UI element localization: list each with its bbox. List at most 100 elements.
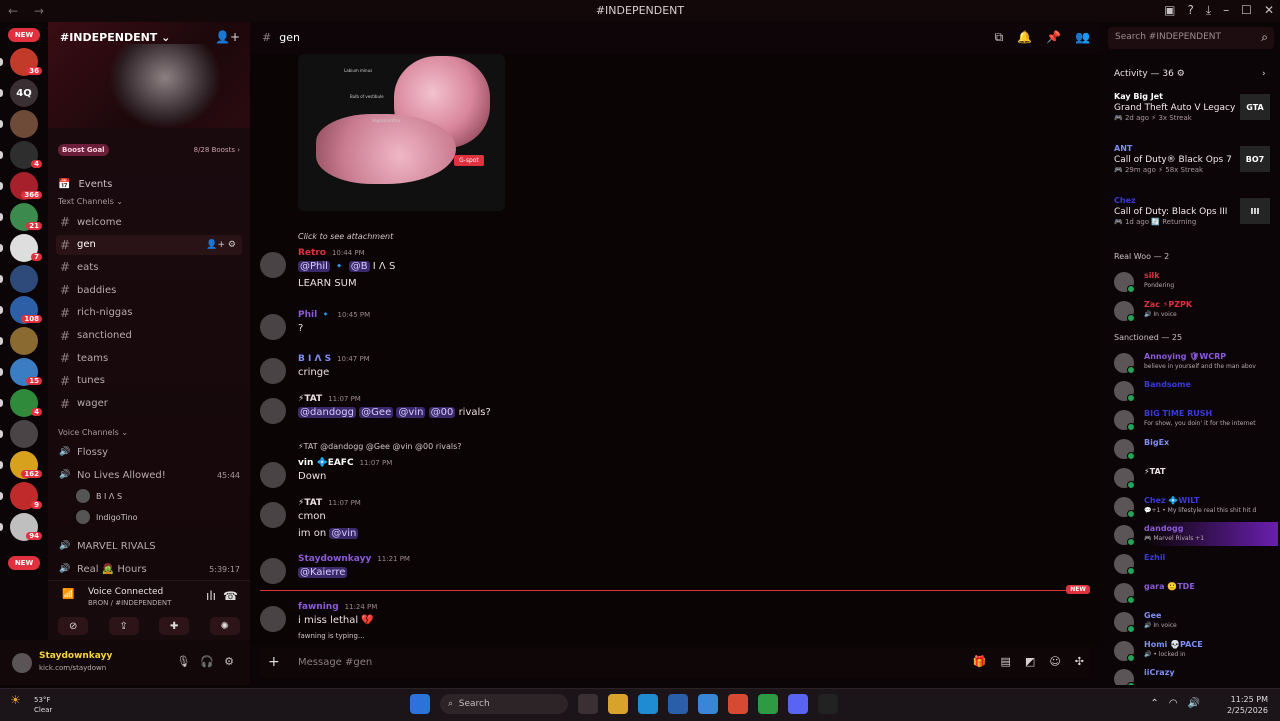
- clock[interactable]: 11:25 PM 2/25/2026: [1227, 694, 1268, 716]
- attach-plus-icon[interactable]: +: [268, 654, 280, 670]
- members-icon[interactable]: 👥: [1075, 30, 1090, 45]
- taskbar-search[interactable]: ⌕ Search: [440, 694, 568, 714]
- attachment-image[interactable]: Labium minus Bulb of vestibule Vaginal o…: [298, 54, 505, 211]
- member-item[interactable]: gara 🙂TDE: [1114, 580, 1278, 604]
- author-name[interactable]: B I Λ S 10:47 PM: [298, 354, 370, 364]
- disconnect-icon[interactable]: ☎: [223, 589, 238, 603]
- member-item[interactable]: BigEx: [1114, 436, 1278, 460]
- reply-preview[interactable]: Click to see attachment: [298, 232, 393, 241]
- noise-suppression-icon[interactable]: ılı: [206, 589, 216, 603]
- member-item[interactable]: Ezhil: [1114, 551, 1278, 576]
- file-explorer-icon[interactable]: [578, 694, 598, 714]
- member-item[interactable]: Zac ⚡PZPK 🔊 In voice: [1114, 298, 1278, 322]
- inbox-icon[interactable]: ▣: [1164, 3, 1175, 18]
- author-name[interactable]: Retro 10:44 PM: [298, 248, 365, 258]
- download-icon[interactable]: ⤓: [1206, 3, 1211, 18]
- threads-icon[interactable]: ⧉: [995, 30, 1004, 45]
- mention[interactable]: @Phil: [298, 261, 330, 272]
- member-item[interactable]: silk Pondering: [1114, 269, 1278, 293]
- microphone-icon[interactable]: 🎙: [176, 655, 190, 668]
- server-icon[interactable]: [10, 420, 38, 448]
- member-item[interactable]: Homi 💀PACE 🔊 • locked in: [1114, 638, 1278, 662]
- author-name[interactable]: vin 💠EAFC 11:07 PM: [298, 458, 392, 468]
- mention[interactable]: @dandogg: [298, 407, 356, 418]
- member-item[interactable]: Annoying 🛡WCRP believe in yourself and th…: [1114, 350, 1278, 374]
- close-button[interactable]: ✕: [1264, 3, 1274, 18]
- channel-baddies[interactable]: # baddies: [56, 280, 242, 300]
- voice-channel[interactable]: 🔊 Real 🧟 Hours 5:39:17: [56, 559, 242, 579]
- voice-channel[interactable]: 🔊 Flossy: [56, 442, 242, 462]
- mention[interactable]: @Kaierre: [298, 567, 348, 578]
- emoji-icon[interactable]: ☺: [1049, 655, 1060, 668]
- author-name[interactable]: Phil 🔹 10:45 PM: [298, 310, 370, 320]
- voice-user[interactable]: B I Λ S: [76, 489, 122, 503]
- voice-channel[interactable]: 🔊 MARVEL RIVALS: [56, 536, 242, 556]
- weather-widget[interactable]: ☀ 53°F Clear: [10, 694, 52, 714]
- soundboard-button[interactable]: ✺: [209, 617, 240, 635]
- avatar[interactable]: [260, 606, 286, 632]
- screen-share-button[interactable]: ⇪: [108, 617, 139, 635]
- activity-item[interactable]: Chez Call of Duty: Black Ops III 🎮 1d ago …: [1114, 196, 1274, 226]
- new-unread-pill-bottom[interactable]: NEW: [8, 556, 40, 570]
- maximize-button[interactable]: ☐: [1241, 3, 1252, 18]
- server-banner[interactable]: #INDEPENDENT ⌄ 👤+: [48, 22, 250, 128]
- new-unread-pill[interactable]: NEW: [8, 28, 40, 42]
- member-item[interactable]: dandogg 🎮 Marvel Rivals +1: [1114, 522, 1278, 547]
- message-input[interactable]: Message #gen: [298, 657, 372, 668]
- pin-icon[interactable]: 📌: [1046, 30, 1061, 45]
- activity-header[interactable]: Activity — 36 ⚙ ›: [1114, 69, 1266, 79]
- bell-icon[interactable]: 🔔: [1017, 30, 1032, 45]
- windows-start-icon[interactable]: [410, 694, 430, 714]
- user-name[interactable]: Staydownkayy: [39, 651, 112, 661]
- author-name[interactable]: ⚡TAT 11:07 PM: [298, 498, 361, 508]
- mention[interactable]: @Gee: [359, 407, 394, 418]
- headphones-icon[interactable]: 🎧: [200, 655, 214, 668]
- discord-icon[interactable]: [788, 694, 808, 714]
- sticker-icon[interactable]: ◩: [1025, 655, 1035, 668]
- gear-icon[interactable]: ⚙: [224, 655, 234, 668]
- system-tray[interactable]: ⌃ ◠ 🔊: [1150, 698, 1200, 709]
- avatar[interactable]: [260, 462, 286, 488]
- server-icon[interactable]: 4Q: [10, 79, 38, 107]
- github-icon[interactable]: [818, 694, 838, 714]
- reply-preview[interactable]: ⚡TAT @dandogg @Gee @vin @00 rivals?: [298, 442, 462, 451]
- server-icon[interactable]: [10, 327, 38, 355]
- avatar[interactable]: [260, 398, 286, 424]
- member-item[interactable]: ⚡TAT: [1114, 465, 1278, 489]
- voice-channels-category[interactable]: Voice Channels ⌄: [58, 428, 128, 437]
- user-avatar[interactable]: [12, 653, 32, 673]
- apps-icon[interactable]: ✣: [1075, 655, 1084, 668]
- mention[interactable]: @00: [428, 407, 456, 418]
- avatar[interactable]: [260, 314, 286, 340]
- author-name[interactable]: Staydownkayy 11:21 PM: [298, 554, 410, 564]
- member-item[interactable]: Gee 🔊 In voice: [1114, 609, 1278, 633]
- author-name[interactable]: fawning 11:24 PM: [298, 602, 377, 612]
- activity-item[interactable]: ANT Call of Duty® Black Ops 7 🎮 29m ago ⚡ …: [1114, 144, 1274, 174]
- mention[interactable]: @B: [348, 261, 370, 272]
- voice-channel[interactable]: 🔊 No Lives Allowed! 45:44: [56, 465, 242, 485]
- mention[interactable]: @vin: [396, 407, 426, 418]
- voice-channel-path[interactable]: BRON / #INDEPENDENT: [88, 599, 171, 607]
- message-composer[interactable]: + Message #gen 🎁 ▤ ◩ ☺ ✣: [260, 648, 1090, 678]
- channel-sanctioned[interactable]: # sanctioned: [56, 326, 242, 346]
- avatar[interactable]: [260, 558, 286, 584]
- avatar[interactable]: [260, 252, 286, 278]
- video-off-button[interactable]: ⊘: [58, 617, 89, 635]
- member-item[interactable]: BIG TIME RUSH For show, you doin' it for …: [1114, 407, 1278, 432]
- boost-goal-bar[interactable]: Boost Goal 8/28 Boosts ›: [58, 144, 240, 158]
- avatar[interactable]: [260, 502, 286, 528]
- activities-button[interactable]: ✚: [159, 617, 190, 635]
- server-icon[interactable]: [10, 265, 38, 293]
- member-item[interactable]: Bandsome: [1114, 378, 1278, 403]
- avatar[interactable]: [260, 358, 286, 384]
- server-icon[interactable]: [10, 110, 38, 138]
- member-item[interactable]: iiCrazy: [1114, 666, 1278, 685]
- channel-tunes[interactable]: # tunes: [56, 371, 242, 391]
- outlook-icon[interactable]: [698, 694, 718, 714]
- server-name[interactable]: #INDEPENDENT ⌄: [60, 31, 170, 44]
- channel-rich-niggas[interactable]: # rich-niggas: [56, 303, 242, 323]
- channel-settings-icon[interactable]: 👤+ ⚙: [206, 240, 236, 250]
- channel-eats[interactable]: # eats: [56, 257, 242, 277]
- invite-user-icon[interactable]: 👤+: [215, 30, 240, 44]
- chrome-icon[interactable]: [728, 694, 748, 714]
